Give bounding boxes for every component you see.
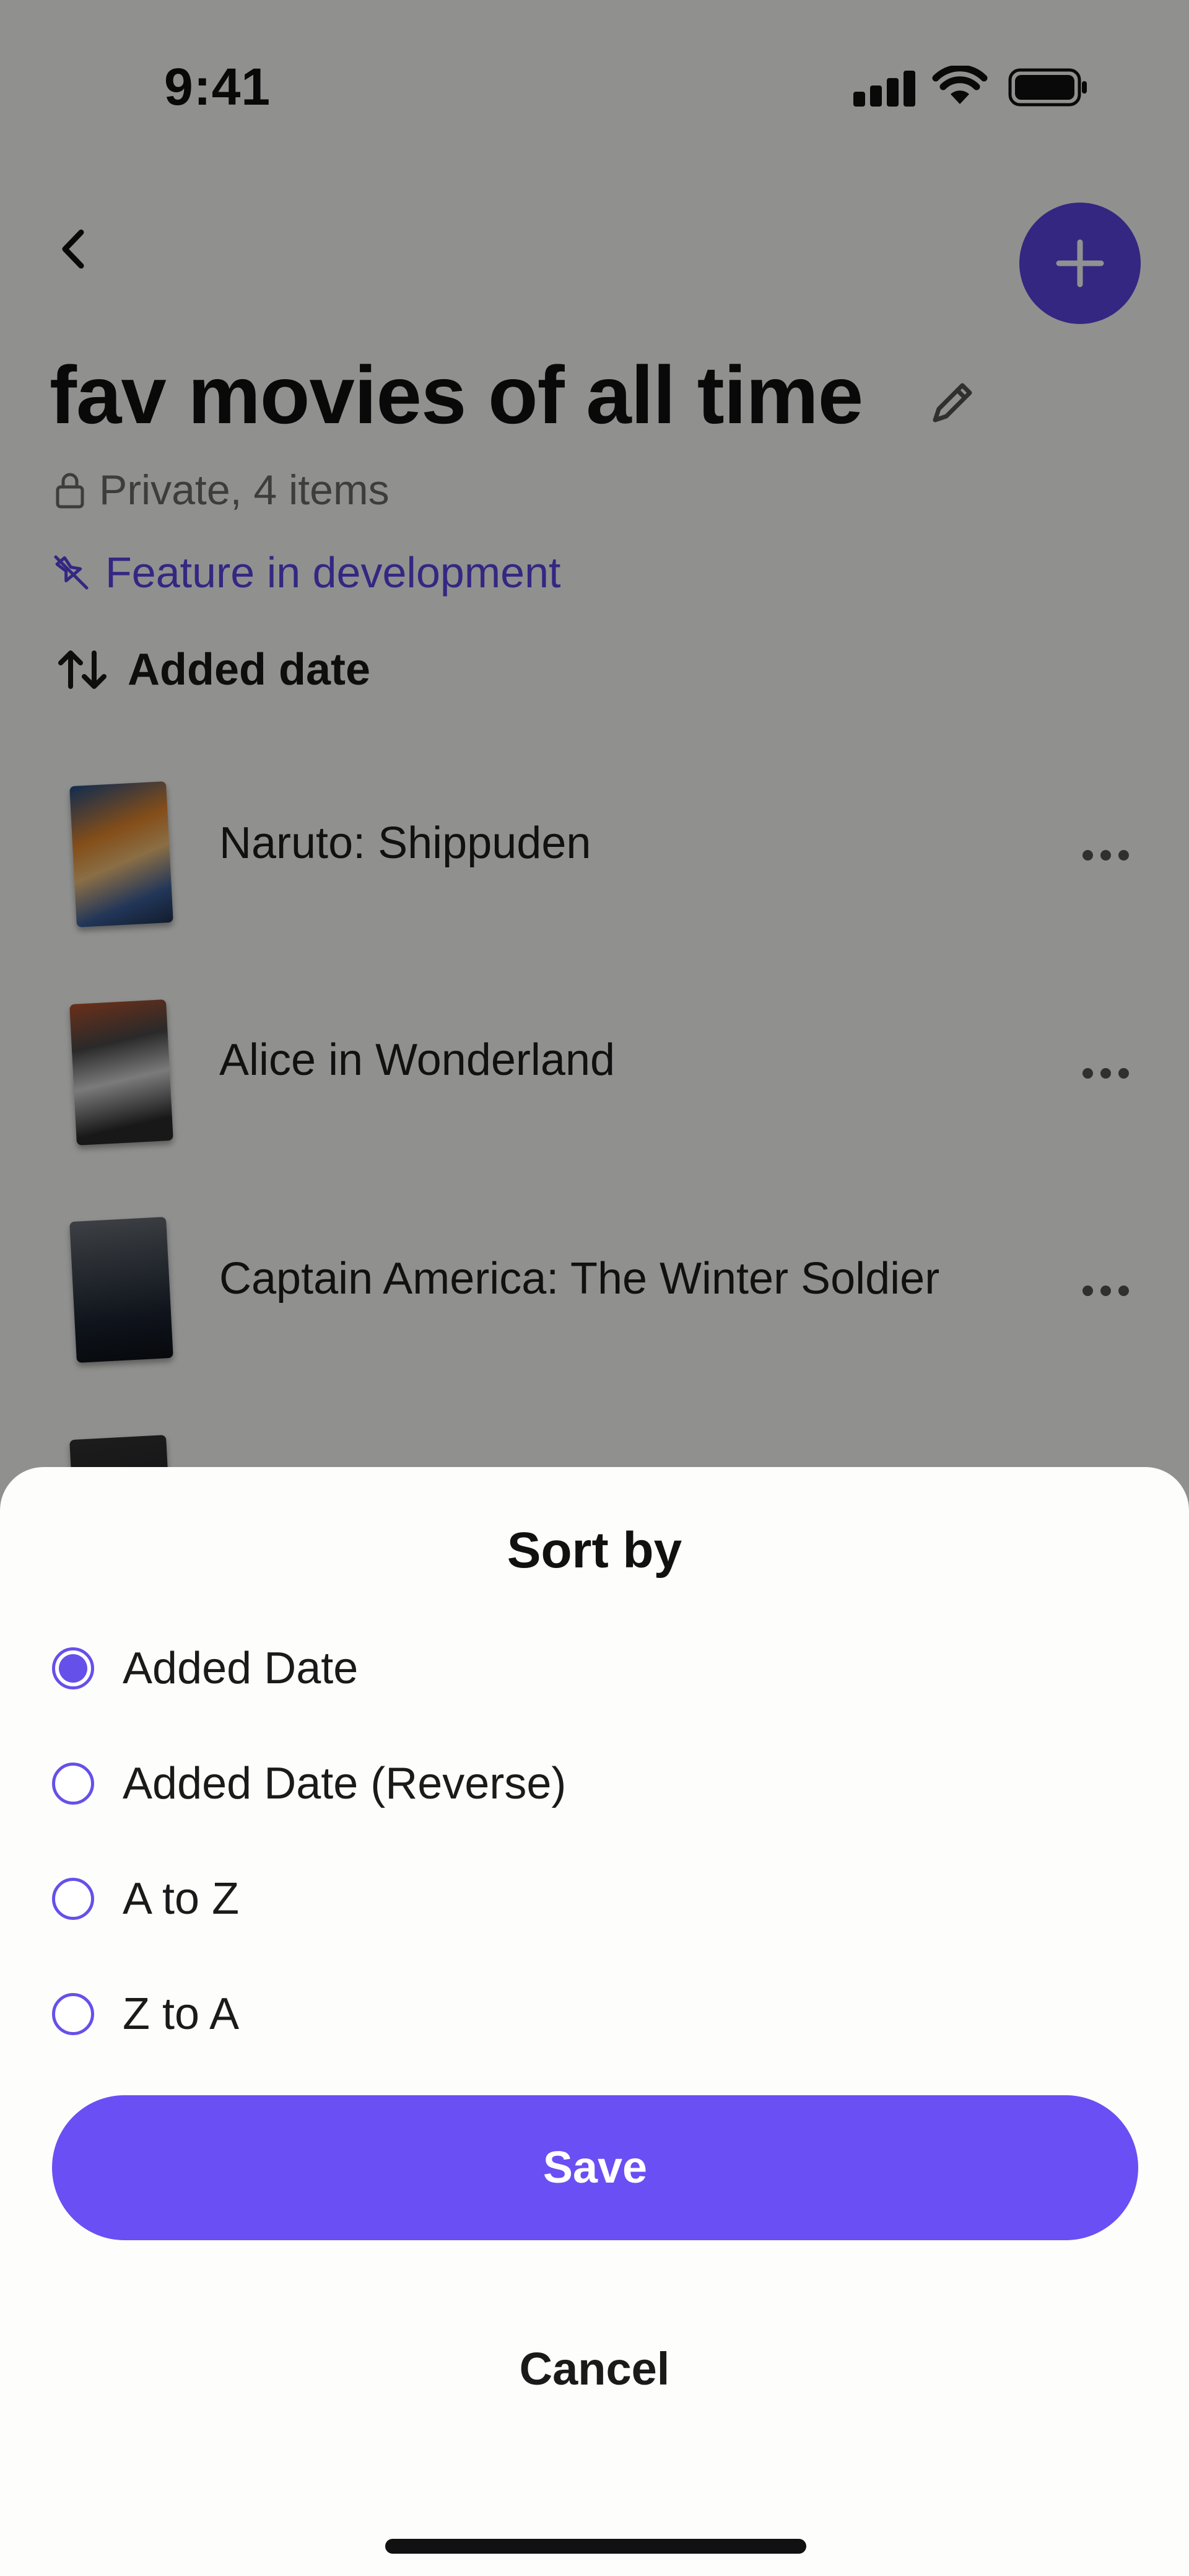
sort-option-a-to-z[interactable]: A to Z: [52, 1865, 239, 1933]
sort-option-z-to-a[interactable]: Z to A: [52, 1980, 239, 2048]
save-button[interactable]: Save: [52, 2095, 1138, 2240]
option-label: Z to A: [123, 1989, 240, 2039]
sheet-title: Sort by: [507, 1522, 682, 1579]
option-label: A to Z: [123, 1874, 240, 1924]
list-detail-screen: 9:41 fav movies of all time Private, 4 i…: [0, 0, 1189, 2576]
radio-unselected[interactable]: [52, 1763, 94, 1805]
radio-selected[interactable]: [52, 1647, 94, 1689]
sort-option-added-date-reverse[interactable]: Added Date (Reverse): [52, 1750, 566, 1818]
option-label: Added Date: [123, 1644, 359, 1693]
sort-bottom-sheet: Sort by Added Date Added Date (Reverse) …: [0, 1467, 1189, 2576]
home-indicator: [385, 2539, 806, 2554]
option-label: Added Date (Reverse): [123, 1759, 567, 1808]
radio-unselected[interactable]: [52, 1878, 94, 1920]
cancel-button[interactable]: Cancel: [409, 2322, 780, 2415]
radio-unselected[interactable]: [52, 1993, 94, 2035]
sort-option-added-date[interactable]: Added Date: [52, 1634, 358, 1702]
